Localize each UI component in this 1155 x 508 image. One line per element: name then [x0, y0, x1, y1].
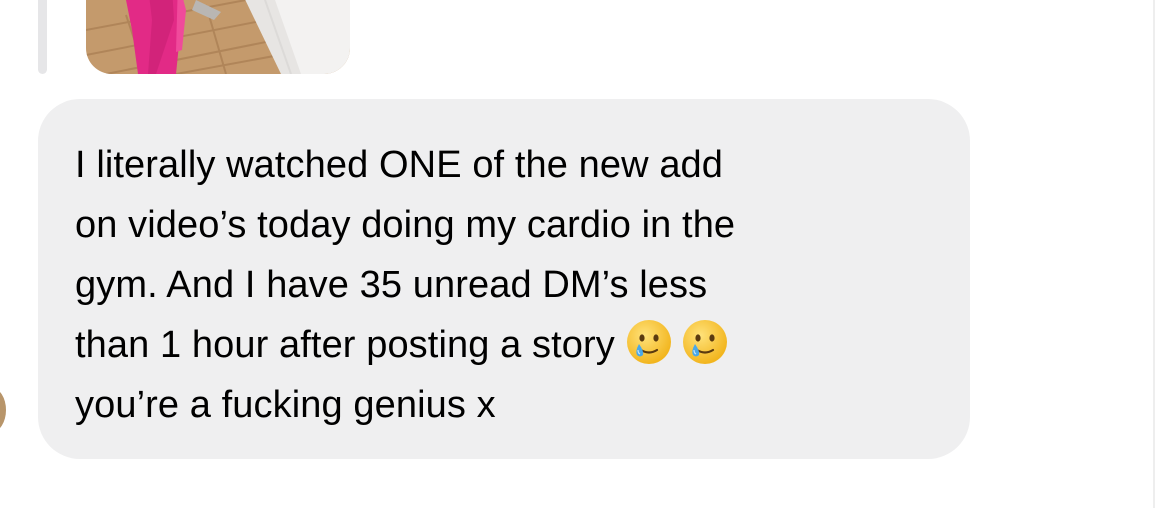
message-line: you’re a fucking genius x	[75, 384, 496, 426]
replied-photo-thumbnail[interactable]	[86, 0, 350, 74]
chat-view: I literally watched ONE of the new add o…	[0, 0, 1155, 508]
reply-indicator-line	[38, 0, 47, 74]
message-text: I literally watched ONE of the new add o…	[75, 135, 934, 435]
message-line: gym. And I have 35 unread DM’s less	[75, 264, 708, 306]
smiling-face-with-tear-icon	[625, 318, 673, 366]
message-line: I literally watched ONE of the new add	[75, 144, 724, 186]
message-bubble[interactable]: I literally watched ONE of the new add o…	[38, 99, 970, 459]
photo-image	[86, 0, 350, 74]
message-line: on video’s today doing my cardio in the	[75, 204, 736, 246]
avatar[interactable]	[0, 388, 6, 432]
smiling-face-with-tear-icon	[681, 318, 729, 366]
message-line-with-emojis: than 1 hour after posting a story	[75, 315, 934, 375]
message-line-text: than 1 hour after posting a story	[75, 324, 615, 366]
